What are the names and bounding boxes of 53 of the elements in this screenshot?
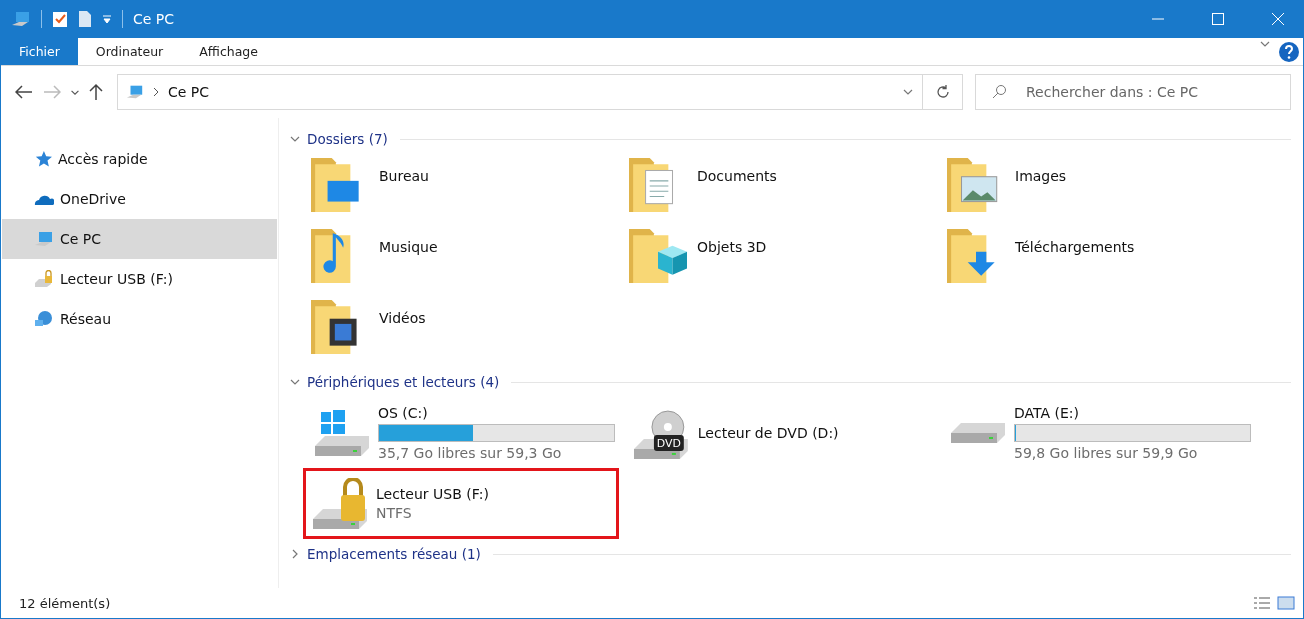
refresh-icon bbox=[934, 84, 951, 100]
ribbon-tab[interactable]: Fichier bbox=[1, 38, 78, 65]
new-folder-icon[interactable] bbox=[78, 10, 92, 28]
drive-detail: NTFS bbox=[376, 505, 413, 521]
computer-icon bbox=[34, 229, 54, 249]
close-icon[interactable] bbox=[1271, 12, 1285, 26]
computer-icon bbox=[11, 9, 31, 29]
computer-icon bbox=[126, 83, 144, 101]
drive-name[interactable]: OS (C:) bbox=[378, 404, 615, 421]
details-view-icon[interactable] bbox=[1253, 595, 1271, 611]
search-field[interactable]: Rechercher dans : Ce PC bbox=[975, 74, 1291, 110]
system-drive-icon bbox=[314, 408, 370, 457]
up-icon[interactable] bbox=[89, 83, 103, 101]
dropdown-icon[interactable] bbox=[102, 14, 112, 24]
sidebar-item[interactable]: OneDrive bbox=[2, 179, 277, 219]
drive-detail: 59,8 Go libres sur 59,9 Go bbox=[1014, 444, 1199, 461]
large-icons-view-icon[interactable] bbox=[1277, 595, 1295, 611]
sidebar-item[interactable]: Accès rapide bbox=[2, 139, 277, 179]
folder-icon bbox=[629, 229, 687, 283]
drive-name[interactable]: Lecteur USB (F:) bbox=[376, 486, 613, 502]
drive-detail: 35,7 Go libres sur 59,3 Go bbox=[378, 444, 563, 461]
section-title[interactable]: Dossiers (7) bbox=[307, 131, 388, 147]
folder-name[interactable]: Objets 3D bbox=[697, 239, 767, 255]
folder-name[interactable]: Images bbox=[1015, 168, 1067, 184]
address-bar[interactable]: Ce PC bbox=[117, 74, 923, 110]
drive-name[interactable]: Lecteur de DVD (D:) bbox=[697, 424, 934, 441]
locked-drive-icon bbox=[312, 477, 368, 530]
folder-name[interactable]: Téléchargements bbox=[1015, 239, 1135, 255]
section-title[interactable]: Emplacements réseau (1) bbox=[307, 546, 481, 562]
sidebar-item[interactable]: Lecteur USB (F:) bbox=[2, 259, 277, 299]
lock-drive-icon bbox=[34, 270, 54, 288]
star-icon bbox=[34, 150, 52, 168]
refresh-button[interactable] bbox=[923, 74, 963, 110]
sidebar-item[interactable]: Ce PC bbox=[2, 219, 277, 259]
network-icon bbox=[34, 310, 54, 328]
window-title: Ce PC bbox=[133, 11, 176, 27]
address-path: Ce PC bbox=[168, 84, 211, 100]
caret-icon[interactable] bbox=[71, 89, 79, 95]
folder-name[interactable]: Vidéos bbox=[379, 310, 426, 326]
search-icon bbox=[991, 84, 1007, 100]
maximize-icon[interactable] bbox=[1212, 13, 1224, 25]
folder-name[interactable]: Documents bbox=[697, 168, 777, 184]
folder-name[interactable]: Musique bbox=[379, 239, 438, 255]
properties-icon[interactable] bbox=[52, 10, 68, 28]
drive-name[interactable]: DATA (E:) bbox=[1014, 404, 1251, 421]
section-title[interactable]: Périphériques et lecteurs (4) bbox=[307, 374, 500, 390]
folder-name[interactable]: Bureau bbox=[379, 168, 429, 184]
breadcrumb-chevron-icon bbox=[152, 87, 160, 97]
back-icon[interactable] bbox=[15, 85, 33, 99]
item-count: 12 élément(s) bbox=[19, 595, 112, 611]
help-icon[interactable] bbox=[1279, 41, 1299, 62]
drive-icon bbox=[950, 421, 1006, 444]
sidebar-item[interactable]: Réseau bbox=[2, 299, 277, 339]
